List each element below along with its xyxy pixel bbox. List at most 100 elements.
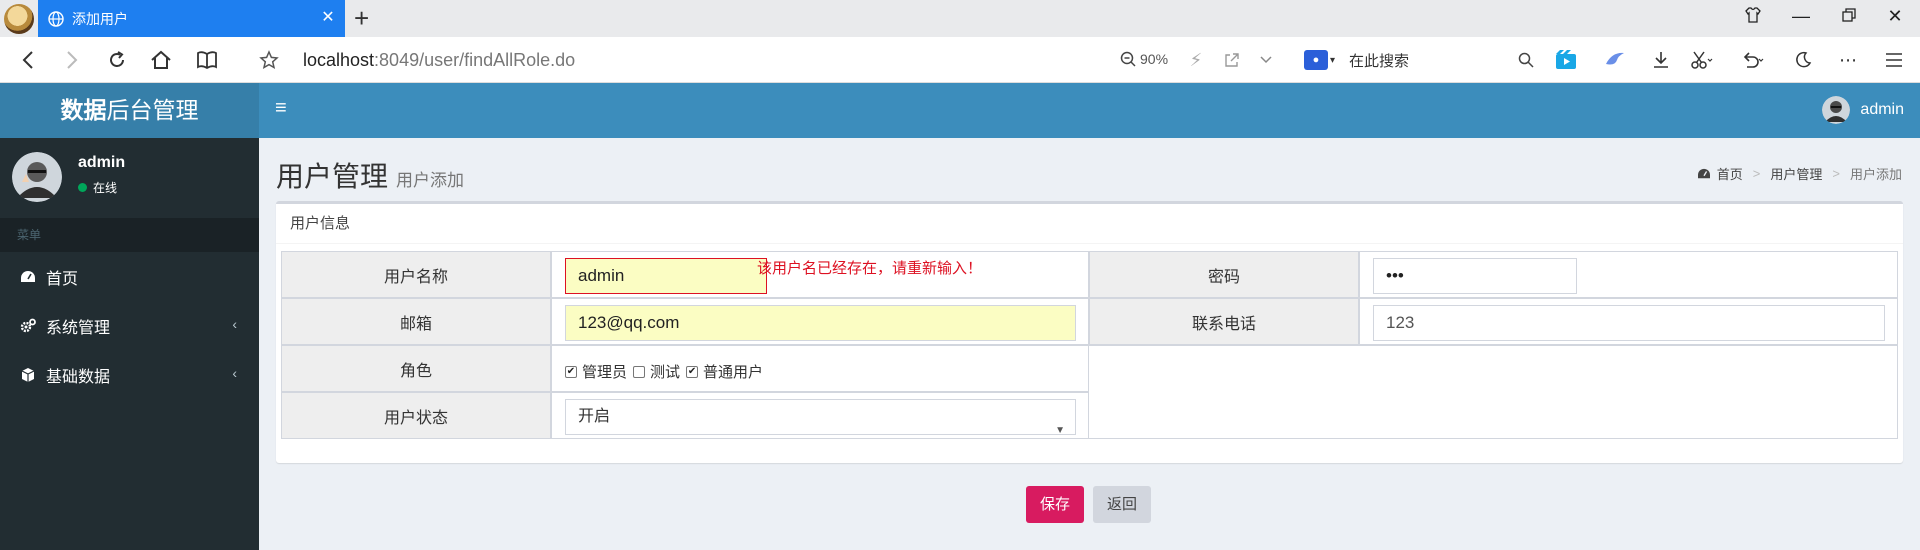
moon-icon[interactable] xyxy=(1791,49,1815,71)
username-cell: admin 该用户名已经存在，请重新输入！ xyxy=(551,251,1089,298)
download-icon[interactable] xyxy=(1649,49,1673,71)
username-label: 用户名称 xyxy=(281,251,551,298)
tab-title: 添加用户 xyxy=(72,10,128,27)
role-label: 角色 xyxy=(281,345,551,392)
sidebar-item-home[interactable]: 首页 xyxy=(0,252,259,301)
status-cell: 开启 ▼ xyxy=(551,392,1089,439)
sidebar-item-label: 系统管理 xyxy=(46,319,111,337)
header-username: admin xyxy=(1860,101,1904,118)
star-icon[interactable] xyxy=(255,46,283,74)
email-input[interactable]: 123@qq.com xyxy=(565,305,1076,341)
checkbox-checked-icon[interactable]: ✔ xyxy=(686,365,699,378)
bird-extension-icon[interactable] xyxy=(1603,49,1627,71)
sidebar-toggle-icon[interactable]: ≡ xyxy=(275,97,287,120)
role-label-test: 测试 xyxy=(650,364,681,381)
role-label-user: 普通用户 xyxy=(703,364,764,381)
shirt-icon[interactable] xyxy=(1740,6,1766,29)
dashboard-icon xyxy=(20,269,36,285)
scissors-icon[interactable] xyxy=(1690,49,1714,71)
breadcrumb: 首页 > 用户管理 > 用户添加 xyxy=(1697,164,1902,183)
chevron-left-icon: ‹ xyxy=(232,316,237,332)
back-icon[interactable] xyxy=(14,46,42,74)
sidebar-item-system[interactable]: 系统管理 ‹ xyxy=(0,301,259,350)
more-icon[interactable]: ⋯ xyxy=(1836,49,1860,71)
breadcrumb-separator: > xyxy=(1832,166,1840,181)
status-select[interactable]: 开启 ▼ xyxy=(565,399,1076,436)
back-button[interactable]: 返回 xyxy=(1093,486,1152,523)
breadcrumb-user-management[interactable]: 用户管理 xyxy=(1770,164,1822,183)
phone-input[interactable]: 123 xyxy=(1373,305,1885,341)
minimize-icon[interactable]: — xyxy=(1788,6,1814,27)
search-engine-box[interactable]: ● ▾ 在此搜索 xyxy=(1304,47,1534,73)
undo-icon[interactable] xyxy=(1741,49,1765,71)
forward-icon[interactable] xyxy=(58,46,86,74)
checkbox-unchecked-icon[interactable] xyxy=(633,365,646,378)
baidu-paw-icon[interactable]: ● xyxy=(1304,50,1328,70)
checkbox-checked-icon[interactable]: ✔ xyxy=(565,365,577,378)
chevron-left-icon: ‹ xyxy=(232,365,237,381)
sidebar-item-label: 首页 xyxy=(46,270,79,288)
role-checkbox-test[interactable]: 测试 xyxy=(633,361,680,382)
lightning-icon[interactable]: ⚡ xyxy=(1184,49,1208,71)
save-button[interactable]: 保存 xyxy=(1026,486,1085,523)
zoom-level: 90% xyxy=(1140,51,1169,67)
form-row-status: 用户状态 开启 ▼ xyxy=(281,392,1898,439)
status-text: 在线 xyxy=(93,181,118,195)
reload-icon[interactable] xyxy=(103,46,131,74)
sidebar-username: admin xyxy=(78,154,126,171)
page-title: 用户管理 用户添加 xyxy=(276,155,464,195)
browser-tab-active[interactable]: 添加用户 ✕ xyxy=(38,0,345,37)
page-title-text: 用户管理 xyxy=(276,161,389,192)
search-icon[interactable] xyxy=(1514,49,1538,71)
empty-cell xyxy=(1089,392,1898,439)
logo-bold-text: 数据 xyxy=(60,97,107,123)
chevron-down-icon[interactable] xyxy=(1254,49,1278,71)
browser-tab-bar: 添加用户 ✕ + — ✕ xyxy=(0,0,1920,37)
url-path: :8049/user/findAllRole.do xyxy=(374,50,576,70)
zoom-control[interactable]: 90% xyxy=(1120,51,1168,67)
reading-list-icon[interactable] xyxy=(193,46,221,74)
home-icon[interactable] xyxy=(147,46,175,74)
restore-icon[interactable] xyxy=(1836,6,1862,27)
role-checkbox-user[interactable]: ✔ 普通用户 xyxy=(686,361,763,382)
user-info-box: 用户信息 用户名称 admin 该用户名已经存在，请重新输入！ 密码 ••• 邮… xyxy=(276,201,1903,463)
form-row-email: 邮箱 123@qq.com 联系电话 123 xyxy=(281,298,1898,345)
phone-cell: 123 xyxy=(1359,298,1898,345)
breadcrumb-home[interactable]: 首页 xyxy=(1717,164,1743,183)
password-label: 密码 xyxy=(1089,251,1359,298)
close-window-icon[interactable]: ✕ xyxy=(1882,6,1908,27)
status-selected-value: 开启 xyxy=(578,408,611,425)
roles-cell: ✔ 管理员 测试 ✔ 普通用户 xyxy=(551,345,1089,392)
role-checkbox-admin[interactable]: ✔ 管理员 xyxy=(565,361,627,382)
browser-profile-avatar[interactable] xyxy=(4,4,34,34)
dropdown-caret-icon: ▼ xyxy=(1055,425,1065,436)
content-area: 用户管理 用户添加 首页 > 用户管理 > 用户添加 用户信息 用户名称 admi… xyxy=(259,138,1920,550)
sidebar-item-label: 基础数据 xyxy=(46,368,111,386)
email-label: 邮箱 xyxy=(281,298,551,345)
engine-dropdown-icon[interactable]: ▾ xyxy=(1330,55,1335,66)
sidebar-item-basic-data[interactable]: 基础数据 ‹ xyxy=(0,350,259,399)
status-dot-icon xyxy=(78,183,87,192)
avatar xyxy=(1822,96,1851,124)
breadcrumb-current: 用户添加 xyxy=(1849,167,1902,182)
share-icon[interactable] xyxy=(1220,49,1244,71)
box-title: 用户信息 xyxy=(276,204,1903,244)
search-input[interactable]: 在此搜索 xyxy=(1349,50,1409,71)
username-input[interactable]: admin xyxy=(565,258,767,294)
globe-icon xyxy=(48,10,64,27)
password-input[interactable]: ••• xyxy=(1373,258,1577,294)
menu-icon[interactable] xyxy=(1882,49,1906,71)
url-text[interactable]: localhost:8049/user/findAllRole.do xyxy=(303,50,575,71)
zoom-out-icon xyxy=(1120,51,1136,67)
avatar xyxy=(12,152,62,202)
new-tab-icon[interactable]: + xyxy=(354,4,369,32)
status-label: 用户状态 xyxy=(281,392,551,439)
password-cell: ••• xyxy=(1359,251,1898,298)
page-subtitle: 用户添加 xyxy=(396,171,465,190)
sidebar-user-panel: admin 在线 xyxy=(0,138,259,218)
header-user-menu[interactable]: admin xyxy=(1822,96,1904,124)
address-bar: localhost:8049/user/findAllRole.do 90% ⚡… xyxy=(0,37,1920,83)
close-icon[interactable]: ✕ xyxy=(319,9,337,27)
app-logo[interactable]: 数据后台管理 xyxy=(0,83,259,138)
video-icon[interactable] xyxy=(1554,49,1578,71)
